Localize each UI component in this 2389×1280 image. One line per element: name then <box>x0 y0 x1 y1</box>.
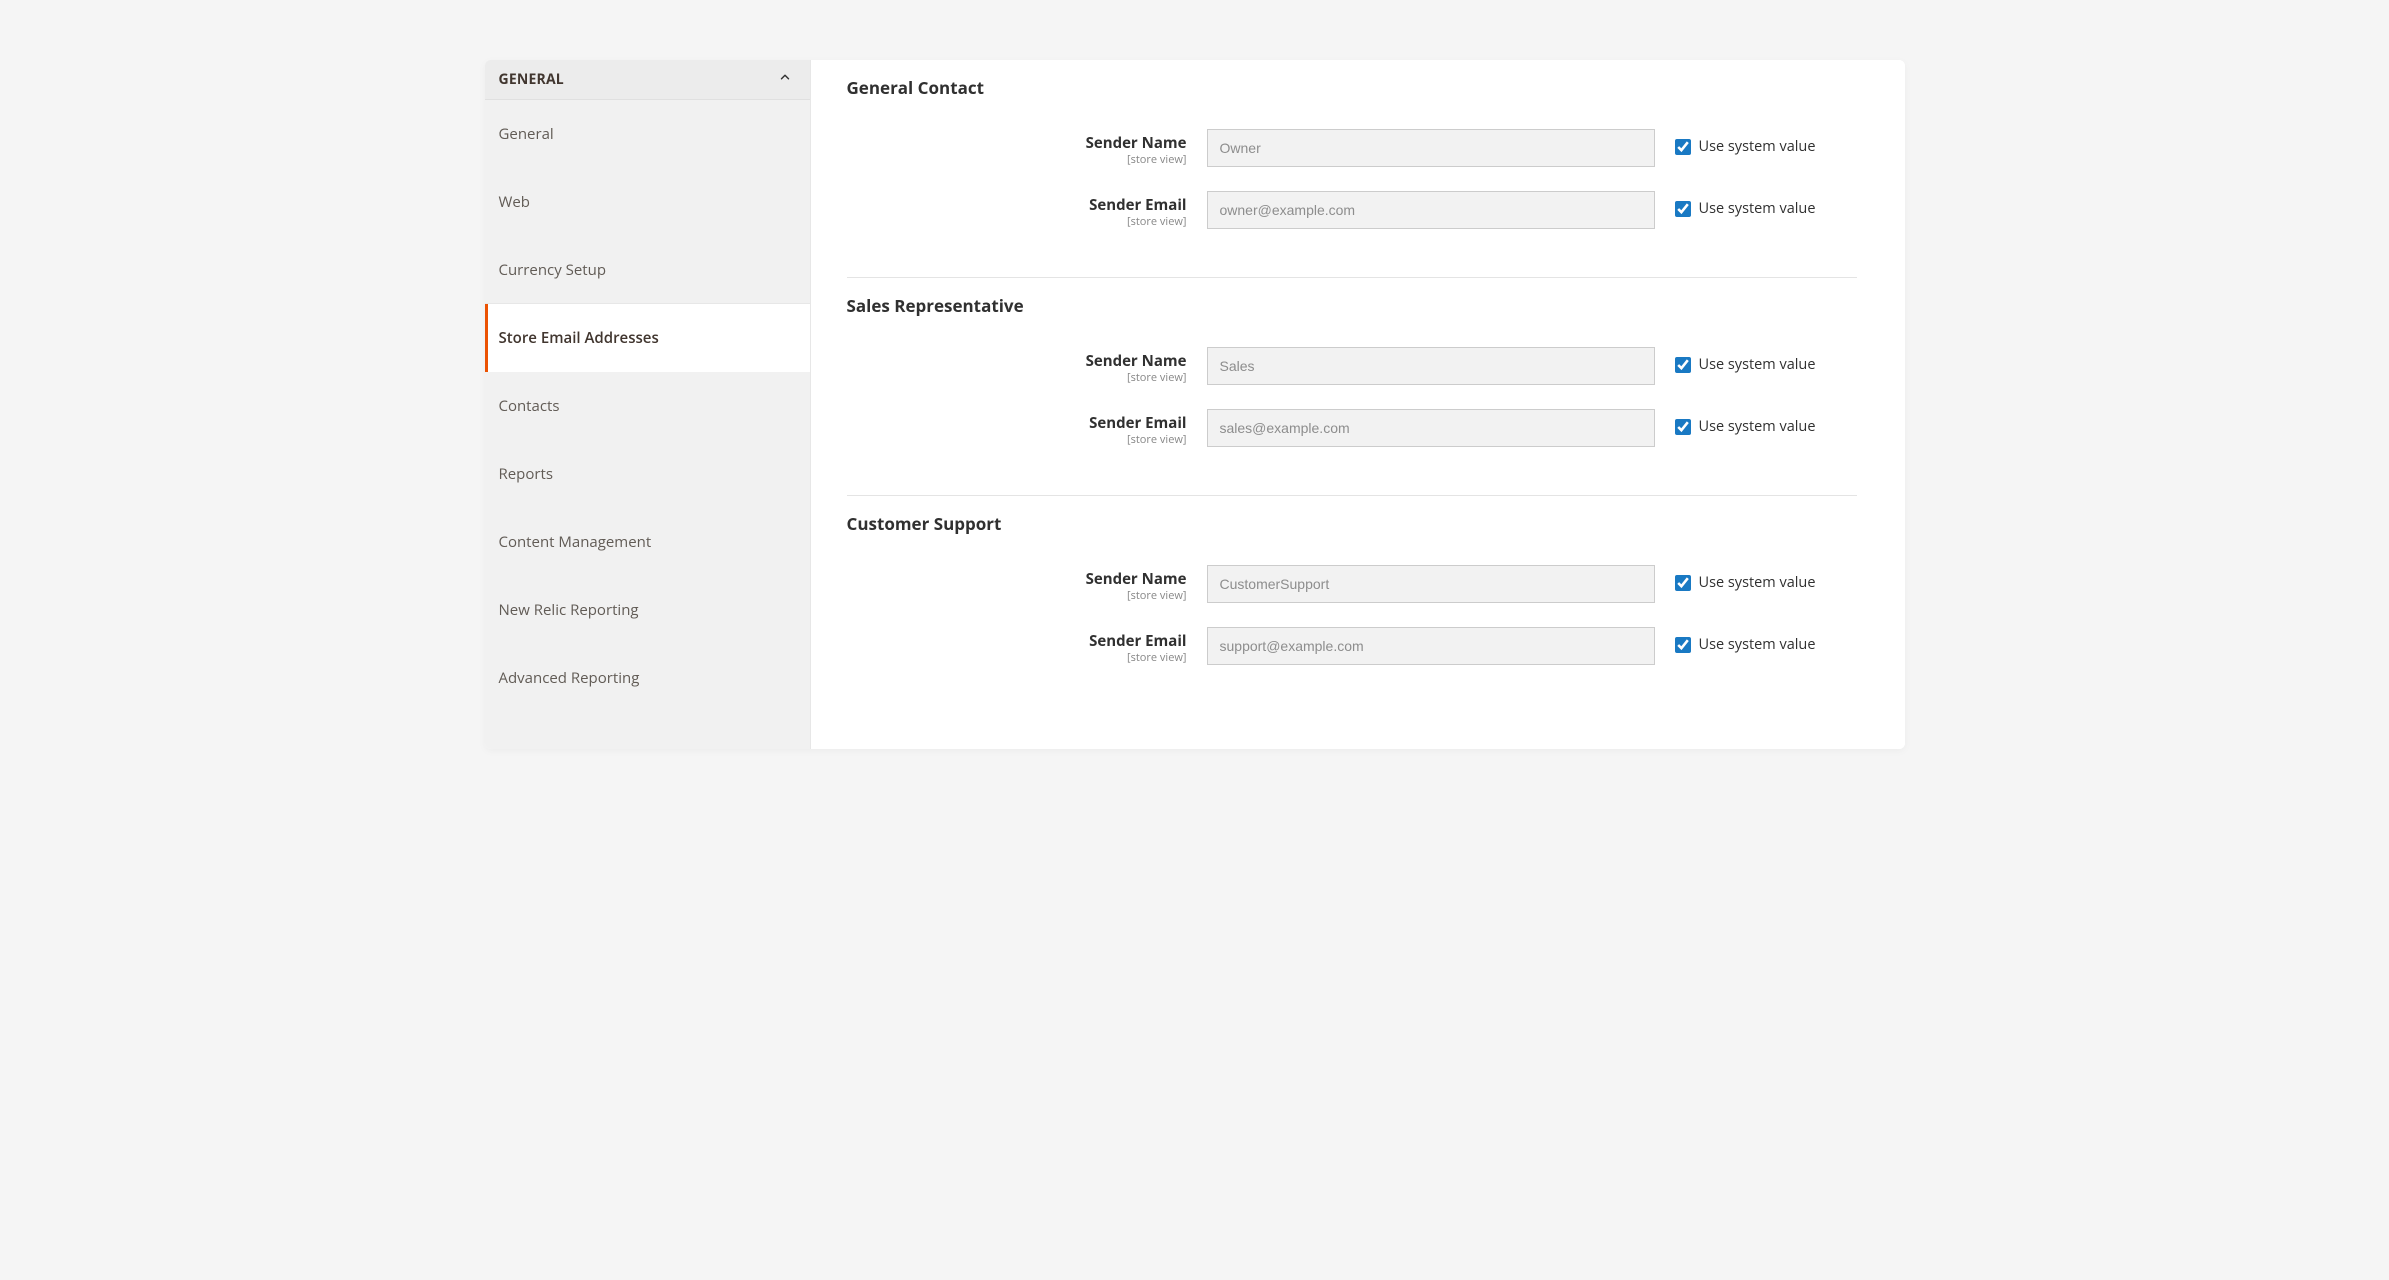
sidebar-item-web[interactable]: Web <box>485 168 810 236</box>
scope-hint: [store view] <box>847 590 1187 602</box>
field-label: Sender Email [store view] <box>847 409 1187 446</box>
section-customer-support: Customer Support Sender Name [store view… <box>847 508 1857 713</box>
field-label: Sender Name [store view] <box>847 565 1187 602</box>
sidebar-item-label: Reports <box>499 464 554 484</box>
section-title: General Contact <box>847 72 1857 129</box>
sidebar-list: General Web Currency Setup Store Email A… <box>485 100 810 712</box>
scope-hint: [store view] <box>847 434 1187 446</box>
sender-email-input[interactable] <box>1207 191 1655 229</box>
content: General Contact Sender Name [store view]… <box>811 60 1905 749</box>
scope-hint: [store view] <box>847 652 1187 664</box>
sidebar-item-general[interactable]: General <box>485 100 810 168</box>
sidebar: GENERAL General Web Currency Setup Store… <box>485 60 811 749</box>
sidebar-item-label: Advanced Reporting <box>499 668 640 688</box>
sender-email-input[interactable] <box>1207 409 1655 447</box>
scope-hint: [store view] <box>847 372 1187 384</box>
form-row-sender-email: Sender Email [store view] Use system val… <box>847 409 1857 447</box>
sidebar-item-contacts[interactable]: Contacts <box>485 372 810 440</box>
sidebar-item-advanced-reporting[interactable]: Advanced Reporting <box>485 644 810 712</box>
use-system-value-checkbox[interactable] <box>1675 575 1691 591</box>
use-system-value-label[interactable]: Use system value <box>1699 635 1816 654</box>
use-system-value-label[interactable]: Use system value <box>1699 199 1816 218</box>
sidebar-item-currency-setup[interactable]: Currency Setup <box>485 236 810 304</box>
sidebar-item-label: New Relic Reporting <box>499 600 639 620</box>
section-sales-representative: Sales Representative Sender Name [store … <box>847 290 1857 496</box>
field-label: Sender Name [store view] <box>847 129 1187 166</box>
sender-name-input[interactable] <box>1207 565 1655 603</box>
sender-name-input[interactable] <box>1207 347 1655 385</box>
use-system-value-label[interactable]: Use system value <box>1699 573 1816 592</box>
use-system-value-label[interactable]: Use system value <box>1699 355 1816 374</box>
form-row-sender-name: Sender Name [store view] Use system valu… <box>847 347 1857 385</box>
field-label: Sender Name [store view] <box>847 347 1187 384</box>
sender-name-input[interactable] <box>1207 129 1655 167</box>
use-system-value-checkbox[interactable] <box>1675 357 1691 373</box>
form-row-sender-name: Sender Name [store view] Use system valu… <box>847 565 1857 603</box>
sidebar-group-title: GENERAL <box>499 70 564 89</box>
section-title: Customer Support <box>847 508 1857 565</box>
sidebar-item-label: Contacts <box>499 396 560 416</box>
field-label: Sender Email [store view] <box>847 627 1187 664</box>
sender-email-input[interactable] <box>1207 627 1655 665</box>
use-system-value-label[interactable]: Use system value <box>1699 137 1816 156</box>
chevron-up-icon <box>778 70 792 89</box>
sidebar-item-new-relic-reporting[interactable]: New Relic Reporting <box>485 576 810 644</box>
scope-hint: [store view] <box>847 216 1187 228</box>
sidebar-item-label: General <box>499 124 554 144</box>
sidebar-item-label: Store Email Addresses <box>499 328 659 348</box>
section-general-contact: General Contact Sender Name [store view]… <box>847 72 1857 278</box>
use-system-value-checkbox[interactable] <box>1675 201 1691 217</box>
scope-hint: [store view] <box>847 154 1187 166</box>
sidebar-item-content-management[interactable]: Content Management <box>485 508 810 576</box>
sidebar-item-label: Web <box>499 192 530 212</box>
section-title: Sales Representative <box>847 290 1857 347</box>
sidebar-item-reports[interactable]: Reports <box>485 440 810 508</box>
form-row-sender-email: Sender Email [store view] Use system val… <box>847 627 1857 665</box>
config-panel: GENERAL General Web Currency Setup Store… <box>485 60 1905 749</box>
field-label: Sender Email [store view] <box>847 191 1187 228</box>
use-system-value-checkbox[interactable] <box>1675 419 1691 435</box>
sidebar-group-header[interactable]: GENERAL <box>485 60 810 100</box>
form-row-sender-name: Sender Name [store view] Use system valu… <box>847 129 1857 167</box>
use-system-value-checkbox[interactable] <box>1675 139 1691 155</box>
use-system-value-label[interactable]: Use system value <box>1699 417 1816 436</box>
use-system-value-checkbox[interactable] <box>1675 637 1691 653</box>
sidebar-item-label: Currency Setup <box>499 260 607 280</box>
form-row-sender-email: Sender Email [store view] Use system val… <box>847 191 1857 229</box>
sidebar-item-label: Content Management <box>499 532 652 552</box>
sidebar-item-store-email-addresses[interactable]: Store Email Addresses <box>485 304 810 372</box>
